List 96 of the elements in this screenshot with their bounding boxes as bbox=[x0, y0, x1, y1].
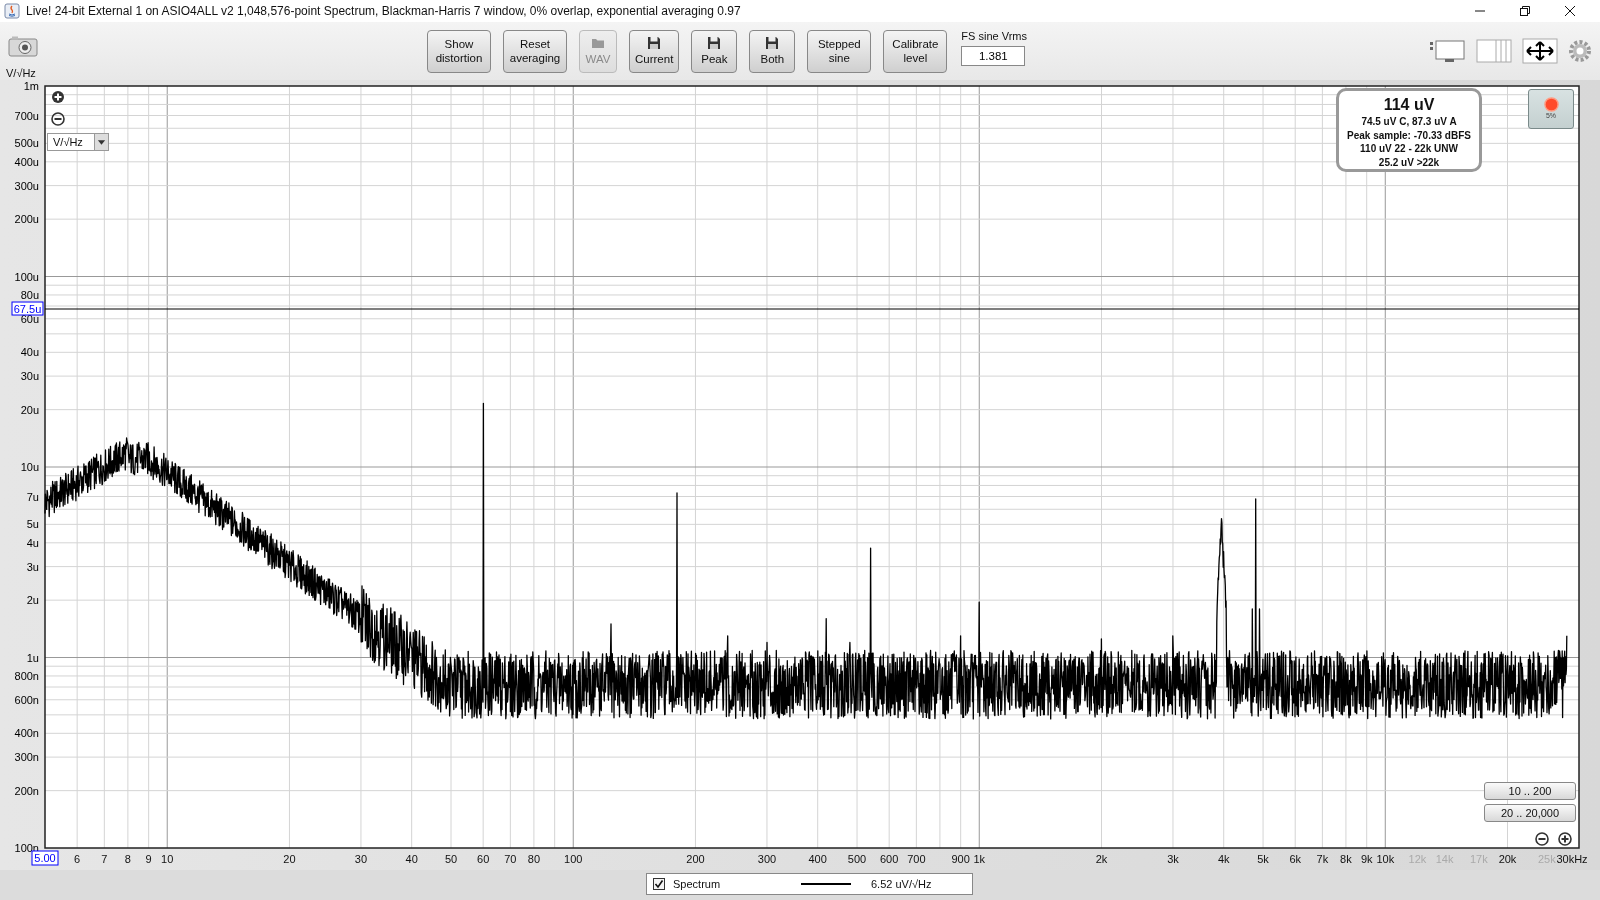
save-icon bbox=[765, 36, 780, 50]
axis-tick-label: 200n bbox=[14, 784, 39, 797]
toolbar-button[interactable]: Stepped sine bbox=[807, 29, 872, 73]
unit-dropdown[interactable]: V/√Hz bbox=[47, 133, 109, 151]
settings-icon[interactable] bbox=[1568, 39, 1592, 63]
cursor-value-label: 67.5u bbox=[11, 301, 44, 316]
save-button[interactable]: Peak bbox=[691, 29, 738, 73]
toolbar-button[interactable]: Calibrate level bbox=[883, 29, 948, 73]
cursor-value-label: 5.00 bbox=[31, 850, 59, 866]
axis-tick-label: 700u bbox=[14, 109, 39, 122]
axis-tick-label: 80u bbox=[20, 288, 39, 301]
field-label: FS sine Vrms bbox=[961, 30, 1027, 42]
legend-line-icon bbox=[801, 882, 851, 886]
close-icon[interactable] bbox=[1564, 5, 1576, 17]
axis-tick-label: 20u bbox=[20, 403, 39, 416]
axis-tick-label: 1m bbox=[23, 80, 39, 92]
axis-tick-label: 1k bbox=[973, 853, 986, 865]
axis-tick-label: 500 bbox=[847, 853, 867, 865]
axis-tick-label: 7u bbox=[26, 490, 39, 503]
record-indicator-icon bbox=[1543, 97, 1559, 112]
zoom-in-icon[interactable] bbox=[51, 90, 65, 104]
axis-tick-label: 10 bbox=[161, 853, 174, 865]
save-icon bbox=[647, 36, 662, 50]
zoom-out-icon[interactable] bbox=[51, 112, 65, 126]
axis-tick-label: 500u bbox=[14, 137, 39, 150]
axis-tick-label: 40u bbox=[20, 346, 39, 359]
readout-value: 114 uV bbox=[1383, 95, 1435, 115]
axis-tick-label: 4k bbox=[1217, 853, 1230, 865]
axis-tick-label: 5k bbox=[1257, 853, 1269, 865]
axis-tick-label: 300u bbox=[14, 179, 39, 192]
readout-line: 25.2 uV >22k bbox=[1378, 155, 1440, 169]
axis-tick-label: 4u bbox=[26, 536, 39, 549]
axis-tick-label: 400 bbox=[808, 853, 827, 865]
axis-tick-label: 7k bbox=[1316, 853, 1329, 865]
restore-icon[interactable] bbox=[1519, 5, 1531, 17]
axis-tick-label: 10k bbox=[1376, 853, 1395, 865]
save-button[interactable]: Current bbox=[629, 29, 680, 73]
axis-tick-label: 30 bbox=[354, 853, 368, 865]
toolbar-button[interactable]: Show distortion bbox=[427, 29, 491, 73]
window-title: Live! 24-bit External 1 on ASIO4ALL v2 1,048,576-point Spectrum, Blackman-Harris 7 window, 0% overlap, exponential averaging 0.97 bbox=[26, 4, 742, 18]
axis-tick-label: 50 bbox=[444, 853, 458, 865]
axis-tick-label: 7 bbox=[101, 853, 108, 865]
toolbar-button[interactable]: Reset averaging bbox=[503, 29, 567, 73]
axis-tick-label: 400n bbox=[14, 727, 39, 740]
axis-tick-label: 6k bbox=[1289, 853, 1301, 865]
axis-tick-label: 600n bbox=[14, 693, 39, 706]
axis-tick-label: 70 bbox=[504, 853, 517, 865]
folder-icon bbox=[591, 36, 605, 50]
axis-tick-label: 900 bbox=[951, 853, 970, 865]
zoom-out-icon[interactable] bbox=[1535, 832, 1549, 846]
axis-tick-label: 200u bbox=[14, 213, 39, 226]
checkbox[interactable] bbox=[653, 878, 665, 890]
axis-tick-label: 300 bbox=[757, 853, 777, 865]
axis-tick-label: 700 bbox=[907, 853, 926, 865]
axis-tick-label: 30kHz bbox=[1556, 853, 1588, 865]
axis-tick-label: 40 bbox=[405, 853, 418, 865]
axis-tick-label: 3u bbox=[26, 560, 39, 573]
legend-value: 6.52 uV/√Hz bbox=[871, 878, 932, 890]
axis-tick-label: 9 bbox=[145, 853, 152, 865]
readout-line: 74.5 uV C, 87.3 uV A bbox=[1361, 115, 1457, 129]
axis-tick-label: 300n bbox=[14, 751, 39, 764]
axis-tick-label: 400u bbox=[14, 155, 39, 168]
range-button[interactable]: 10 .. 200 bbox=[1484, 782, 1576, 800]
axis-tick-label: 8k bbox=[1340, 853, 1352, 865]
axis-tick-label: 1u bbox=[26, 651, 39, 664]
axis-tick-label: 80 bbox=[527, 853, 540, 865]
app-icon bbox=[4, 3, 20, 19]
legend-label: Spectrum bbox=[673, 878, 722, 890]
zoom-in-icon[interactable] bbox=[1558, 832, 1572, 846]
axis-tick-label: 200 bbox=[686, 853, 705, 865]
axis-tick-label: 30u bbox=[20, 370, 39, 383]
layout-icon[interactable] bbox=[1428, 38, 1466, 64]
axis-unit-label: V/√Hz bbox=[6, 67, 36, 79]
axis-tick-label: 800n bbox=[14, 669, 39, 682]
axis-tick-label: 20k bbox=[1498, 853, 1517, 865]
save-button[interactable]: Both bbox=[749, 29, 796, 73]
axis-tick-label: 6 bbox=[74, 853, 81, 865]
readout-line: 110 uV 22 - 22k UNW bbox=[1360, 142, 1458, 156]
axis-tick-label: 2u bbox=[26, 594, 39, 607]
axis-tick-label: 10u bbox=[20, 461, 39, 473]
axis-tick-label: 20 bbox=[283, 853, 296, 865]
axis-tick-label: 5u bbox=[26, 518, 39, 531]
readout-line: Peak sample: -70.33 dBFS bbox=[1347, 128, 1471, 142]
axis-tick-label: 100u bbox=[14, 270, 39, 283]
save-icon bbox=[707, 36, 722, 50]
axis-tick-label: 9k bbox=[1360, 853, 1373, 865]
axis-tick-label: 8 bbox=[124, 853, 131, 865]
move-icon[interactable] bbox=[1522, 38, 1558, 64]
range-button[interactable]: 20 .. 20,000 bbox=[1484, 804, 1576, 822]
axis-tick-label: 60 bbox=[477, 853, 490, 865]
camera-icon[interactable] bbox=[8, 35, 38, 57]
axis-tick-label: 3k bbox=[1167, 853, 1179, 865]
axis-tick-label: 2k bbox=[1095, 853, 1108, 865]
axis-tick-label: 600 bbox=[880, 853, 899, 865]
axis-tick-label: 100 bbox=[564, 853, 583, 865]
input-field[interactable]: 1.381 bbox=[961, 46, 1026, 66]
